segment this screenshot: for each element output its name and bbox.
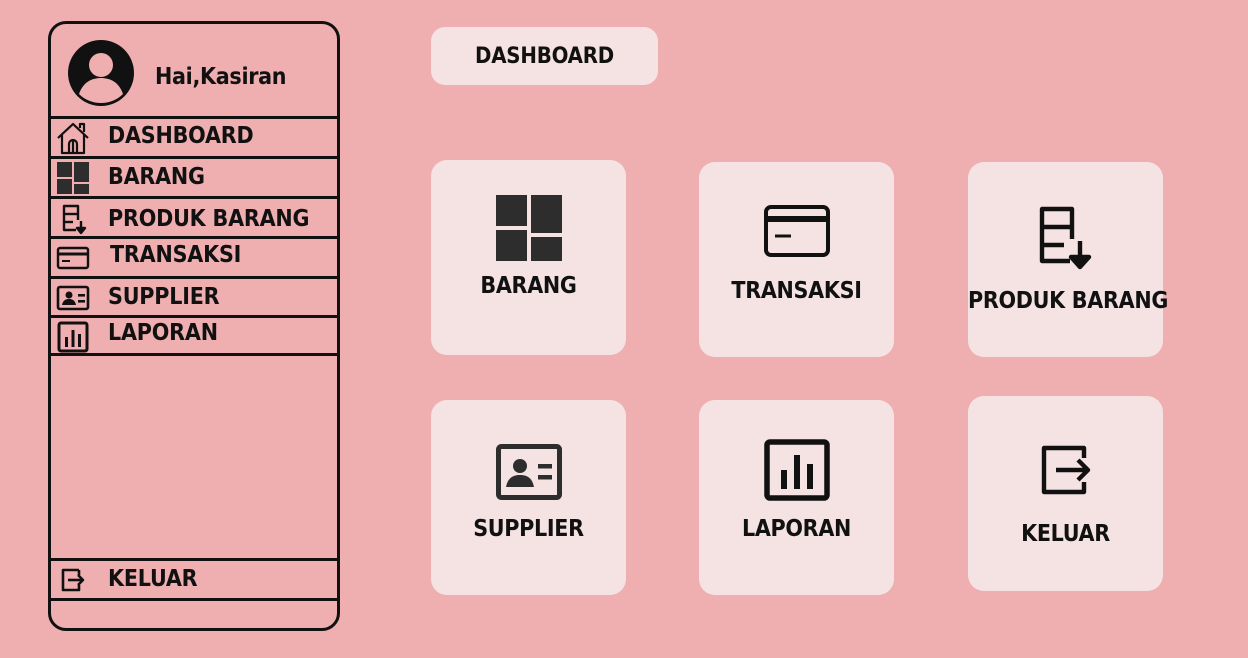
dashboard-page: Hai,Kasiran DASHBOARD BARANG PRODUK BARA… bbox=[0, 0, 1248, 658]
avatar-icon bbox=[68, 40, 134, 106]
sidebar-item-label: SUPPLIER bbox=[108, 284, 220, 310]
card-label: LAPORAN bbox=[741, 516, 852, 542]
sidebar-item-produk-barang[interactable]: PRODUK BARANG bbox=[51, 196, 337, 236]
sidebar-item-label: LAPORAN bbox=[108, 320, 218, 346]
sidebar-item-label: BARANG bbox=[108, 164, 205, 190]
menu-divider bbox=[51, 353, 337, 356]
card-label: KELUAR bbox=[1021, 521, 1110, 547]
sidebar-item-label: TRANSAKSI bbox=[110, 242, 242, 268]
product-list-icon bbox=[1036, 205, 1096, 275]
contact-card-icon bbox=[55, 280, 91, 316]
card-transaksi[interactable]: TRANSAKSI bbox=[699, 162, 894, 357]
card-label: PRODUK BARANG bbox=[968, 288, 1169, 314]
sidebar-item-keluar[interactable]: KELUAR bbox=[51, 558, 337, 598]
contact-card-icon bbox=[495, 444, 562, 504]
product-list-icon bbox=[55, 201, 91, 237]
bar-chart-icon bbox=[55, 319, 91, 355]
sidebar-item-barang[interactable]: BARANG bbox=[51, 156, 337, 196]
grid-icon bbox=[55, 160, 91, 196]
grid-icon bbox=[495, 195, 562, 265]
card-keluar[interactable]: KELUAR bbox=[968, 396, 1163, 591]
menu-divider bbox=[51, 598, 337, 601]
logout-icon bbox=[1040, 444, 1092, 500]
home-icon bbox=[55, 119, 91, 155]
sidebar-item-label: PRODUK BARANG bbox=[108, 206, 310, 232]
card-label: BARANG bbox=[480, 273, 577, 299]
card-label: SUPPLIER bbox=[473, 516, 584, 542]
user-profile: Hai,Kasiran bbox=[51, 24, 337, 118]
bar-chart-icon bbox=[763, 439, 830, 505]
greeting-text: Hai,Kasiran bbox=[155, 64, 287, 90]
sidebar-item-transaksi[interactable]: TRANSAKSI bbox=[51, 236, 337, 276]
card-label: TRANSAKSI bbox=[731, 278, 862, 304]
logout-icon bbox=[55, 562, 91, 598]
sidebar: Hai,Kasiran DASHBOARD BARANG PRODUK BARA… bbox=[48, 21, 340, 631]
card-supplier[interactable]: SUPPLIER bbox=[431, 400, 626, 595]
card-laporan[interactable]: LAPORAN bbox=[699, 400, 894, 595]
sidebar-item-dashboard[interactable]: DASHBOARD bbox=[51, 116, 337, 156]
sidebar-item-label: KELUAR bbox=[108, 566, 198, 592]
card-produk-barang[interactable]: PRODUK BARANG bbox=[968, 162, 1169, 357]
page-title: DASHBOARD bbox=[431, 27, 658, 85]
credit-card-icon bbox=[763, 204, 831, 262]
sidebar-item-label: DASHBOARD bbox=[108, 123, 254, 149]
card-barang[interactable]: BARANG bbox=[431, 160, 626, 355]
sidebar-item-laporan[interactable]: LAPORAN bbox=[51, 315, 337, 353]
credit-card-icon bbox=[55, 240, 91, 276]
sidebar-item-supplier[interactable]: SUPPLIER bbox=[51, 276, 337, 315]
